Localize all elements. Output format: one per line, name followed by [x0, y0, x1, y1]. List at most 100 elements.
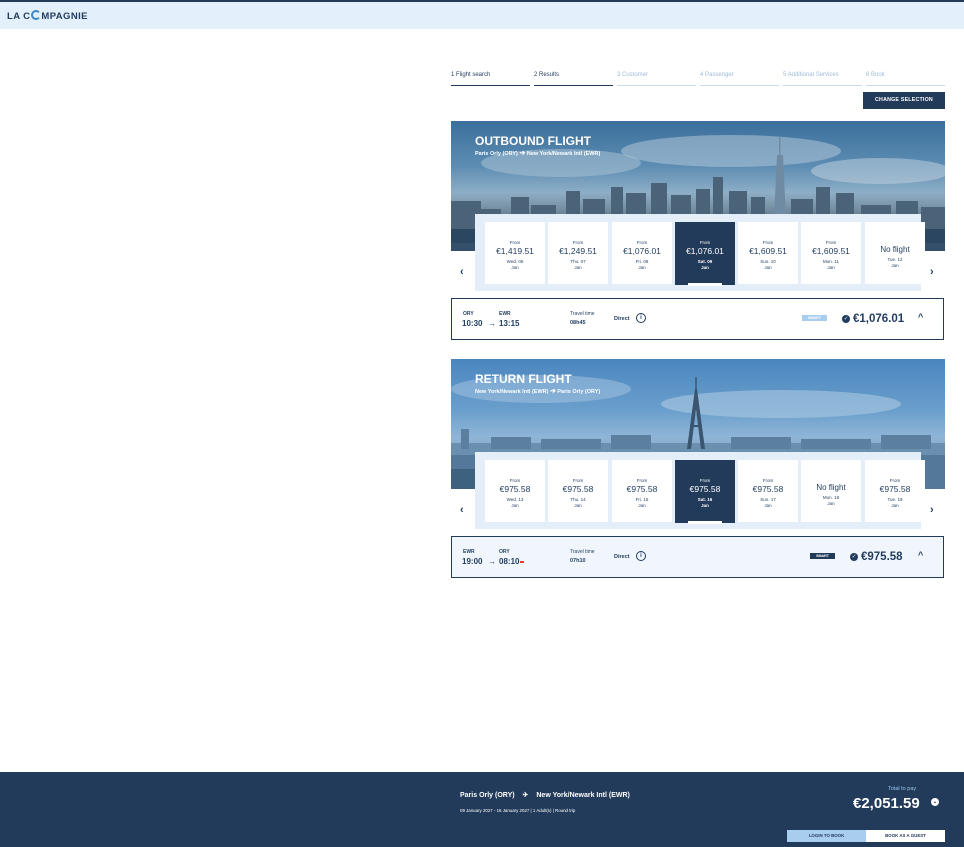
date-price: €975.58 [562, 484, 594, 494]
route-from: New York/Newark Intl (EWR) [475, 389, 549, 395]
arrival-code: ORY [499, 549, 510, 555]
date-from-label: From [572, 478, 584, 483]
date-day: Fri. 15 [635, 497, 649, 502]
date-from-label: From [889, 478, 901, 483]
outbound-route: Paris Orly (ORY) ➔ New York/Newark Intl … [475, 149, 600, 157]
date-price: €1,076.01 [623, 246, 661, 256]
outbound-prev-arrow-icon[interactable]: ‹ [460, 266, 464, 278]
route-arrow-icon: ➔ [549, 388, 556, 395]
fare-badge: SMART [810, 553, 835, 559]
date-card[interactable]: From €975.58 Wed. 13 Jan [485, 460, 545, 522]
date-month: Jan [701, 265, 709, 270]
total-price: €2,051.59 [853, 795, 920, 812]
date-card[interactable]: From €975.58 Fri. 15 Jan [612, 460, 672, 522]
footer-route: Paris Orly (ORY) ✈ New York/Newark Intl … [460, 791, 630, 799]
date-from-label: From [509, 478, 521, 483]
date-card[interactable]: From €1,419.51 Wed. 06 Jan [485, 222, 545, 284]
date-price: €1,076.01 [686, 246, 724, 256]
total-label: Total to pay [888, 786, 917, 792]
check-icon: ✓ [842, 315, 850, 323]
date-from-label: From [762, 240, 774, 245]
date-day: Mon. 11 [823, 259, 839, 264]
info-icon[interactable]: i [636, 313, 646, 323]
check-icon: ✓ [850, 553, 858, 561]
date-price: €1,609.51 [812, 246, 850, 256]
date-month: Jan [891, 503, 899, 508]
chevron-up-icon[interactable]: ^ [918, 312, 923, 322]
date-day: Fri. 08 [635, 259, 649, 264]
brand-logo[interactable]: LA C MPAGNIE [7, 10, 88, 22]
travel-time-label: Travel time [570, 549, 595, 555]
time-arrow-icon: → [488, 319, 496, 328]
arrival-time: 13:15 [499, 319, 520, 328]
date-card-no-flight[interactable]: No flight Mon. 18 Jan [801, 460, 861, 522]
date-month: Jan [827, 265, 835, 270]
date-from-label: From [636, 240, 648, 245]
flight-price: €975.58 [861, 551, 903, 563]
footer-route-from: Paris Orly (ORY) [460, 792, 515, 799]
date-card[interactable]: From €1,609.51 Mon. 11 Jan [801, 222, 861, 284]
date-day: Tue. 12 [887, 257, 903, 262]
step-flight-search[interactable]: 1 Flight search [451, 70, 530, 86]
stops-label: Direct [614, 554, 630, 560]
date-card[interactable]: From €1,609.51 Sun. 10 Jan [738, 222, 798, 284]
date-price: €975.58 [752, 484, 784, 494]
date-day: Sat. 09 [697, 259, 713, 264]
date-card-no-flight[interactable]: No flight Tue. 12 Jan [865, 222, 925, 284]
date-card-selected[interactable]: From €1,076.01 Sat. 09 Jan [675, 222, 735, 286]
booking-steps: 1 Flight search 2 Results 3 Customer 4 P… [451, 70, 945, 86]
time-arrow-icon: → [488, 557, 496, 566]
date-card[interactable]: From €1,076.01 Fri. 08 Jan [612, 222, 672, 284]
departure-time: 19:00 [462, 557, 483, 566]
date-from-label: From [699, 240, 711, 245]
return-title: RETURN FLIGHT [475, 372, 572, 386]
step-book: 6 Book [866, 70, 945, 86]
info-icon[interactable]: i [636, 551, 646, 561]
arrival-time: 08:10 [499, 557, 525, 566]
no-flight-label: No flight [816, 483, 846, 492]
return-date-carousel: From €975.58 Wed. 13 Jan From €975.58 Th… [475, 452, 925, 529]
date-from-label: From [572, 240, 584, 245]
fare-badge: SMART [802, 315, 827, 321]
book-as-guest-button[interactable]: BOOK AS A GUEST [866, 830, 945, 842]
date-price: €1,609.51 [749, 246, 787, 256]
return-prev-arrow-icon[interactable]: ‹ [460, 504, 464, 516]
date-card[interactable]: From €975.58 Thu. 14 Jan [548, 460, 608, 522]
outbound-flight-row[interactable]: ORY EWR 10:30 → 13:15 Travel time 08h45 … [451, 298, 944, 340]
date-month: Jan [701, 503, 709, 508]
date-day: Sat. 16 [697, 497, 713, 502]
booking-summary-footer: Paris Orly (ORY) ✈ New York/Newark Intl … [0, 772, 964, 847]
no-flight-label: No flight [880, 245, 910, 254]
date-card[interactable]: From €975.58 Sun. 17 Jan [738, 460, 798, 522]
login-to-book-button[interactable]: LOGIN TO BOOK [787, 830, 866, 842]
arrival-time-text: 08:10 [499, 557, 520, 566]
date-card[interactable]: From €1,249.51 Thu. 07 Jan [548, 222, 608, 284]
chevron-up-icon[interactable]: ^ [918, 550, 923, 560]
step-customer: 3 Customer [617, 70, 696, 86]
outbound-next-arrow-icon[interactable]: › [930, 266, 934, 278]
footer-trip-details: 09 January 2027 - 16 January 2027 | 1 Ad… [460, 808, 576, 813]
return-flight-row[interactable]: EWR ORY 19:00 → 08:10 Travel time 07h10 … [451, 536, 944, 578]
route-to: Paris Orly (ORY) [557, 389, 601, 395]
return-next-arrow-icon[interactable]: › [930, 504, 934, 516]
date-card-selected[interactable]: From €975.58 Sat. 16 Jan [675, 460, 735, 524]
departure-time: 10:30 [462, 319, 483, 328]
date-from-label: From [509, 240, 521, 245]
date-price: €1,249.51 [559, 246, 597, 256]
date-price: €1,419.51 [496, 246, 534, 256]
date-from-label: From [825, 240, 837, 245]
date-price: €975.58 [879, 484, 911, 494]
step-results[interactable]: 2 Results [534, 70, 613, 86]
date-month: Jan [638, 265, 646, 270]
chevron-down-icon[interactable]: ⌄ [931, 798, 939, 806]
date-month: Jan [574, 265, 582, 270]
date-card[interactable]: From €975.58 Tue. 19 Jan [865, 460, 925, 522]
travel-time-label: Travel time [570, 311, 595, 317]
arrival-code: EWR [499, 311, 511, 317]
date-month: Jan [638, 503, 646, 508]
date-day: Mon. 18 [822, 495, 840, 500]
logo-text-right: MPAGNIE [41, 11, 88, 22]
date-day: Sun. 17 [760, 497, 776, 502]
change-selection-button[interactable]: CHANGE SELECTION [863, 92, 945, 109]
date-month: Jan [574, 503, 582, 508]
